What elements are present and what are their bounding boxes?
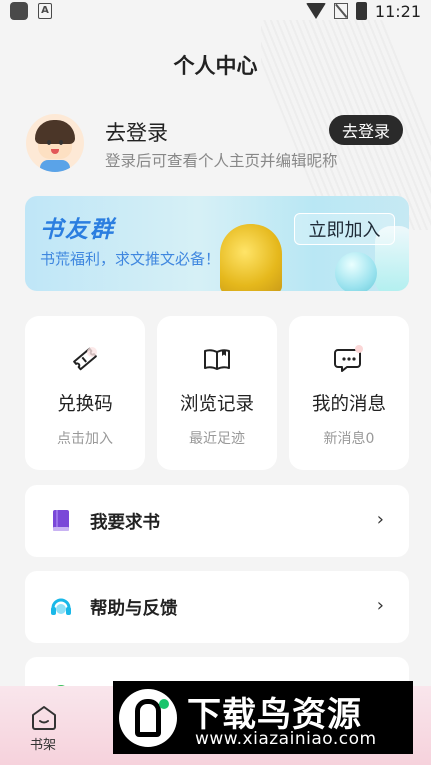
ticket-icon: [73, 347, 97, 371]
chevron-right-icon: ›: [376, 509, 384, 530]
status-bar: A 11:21: [0, 0, 431, 22]
card-label: 浏览记录: [179, 394, 254, 415]
login-prompt[interactable]: 去登录: [105, 117, 168, 147]
card-label: 兑换码: [57, 394, 113, 415]
banner-subtitle: 书荒福利，求文推文必备！: [40, 250, 221, 268]
card-subtitle: 最近足迹: [189, 431, 245, 447]
no-signal-icon: [333, 3, 348, 19]
login-hint-text: 登录后可查看个人主页并编辑昵称: [105, 152, 338, 170]
drink-illustration: [335, 252, 377, 291]
battery-icon: [355, 2, 367, 20]
clock: 11:21: [374, 1, 421, 21]
join-group-button[interactable]: 立即加入: [294, 213, 395, 245]
card-label: 我的消息: [311, 394, 386, 415]
book-request-icon: [53, 510, 69, 531]
headset-icon: [51, 598, 71, 615]
request-book-row[interactable]: 我要求书 ›: [25, 485, 409, 557]
drink-illustration: [220, 224, 282, 291]
browse-history-card[interactable]: 浏览记录 最近足迹: [157, 316, 277, 470]
banner-title: 书友群: [40, 217, 115, 243]
help-feedback-row[interactable]: 帮助与反馈 ›: [25, 571, 409, 643]
avatar[interactable]: [26, 114, 84, 172]
watermark-logo-icon: [119, 689, 177, 747]
book-icon: [204, 349, 230, 370]
card-subtitle: 点击加入: [57, 431, 113, 447]
my-messages-card[interactable]: 我的消息 新消息0: [289, 316, 409, 470]
book-friends-banner[interactable]: 书友群 书荒福利，求文推文必备！ 立即加入: [25, 196, 409, 291]
nav-bookshelf-label[interactable]: 书架: [30, 734, 56, 753]
login-button[interactable]: 去登录: [329, 115, 403, 145]
wifi-icon: [305, 3, 326, 19]
page-title: 个人中心: [173, 54, 258, 78]
card-subtitle: 新消息0: [323, 431, 375, 447]
bookshelf-icon[interactable]: [30, 704, 58, 730]
message-icon: [334, 345, 363, 372]
menu-label: 我要求书: [90, 513, 160, 533]
menu-label: 帮助与反馈: [90, 599, 178, 619]
app-notification-icon: [10, 2, 28, 20]
watermark: 下载鸟资源 www.xiazainiao.com: [113, 681, 413, 754]
a-badge-icon: A: [38, 3, 52, 19]
redeem-code-card[interactable]: 兑换码 点击加入: [25, 316, 145, 470]
chevron-right-icon: ›: [376, 595, 384, 616]
watermark-url: www.xiazainiao.com: [195, 729, 377, 749]
